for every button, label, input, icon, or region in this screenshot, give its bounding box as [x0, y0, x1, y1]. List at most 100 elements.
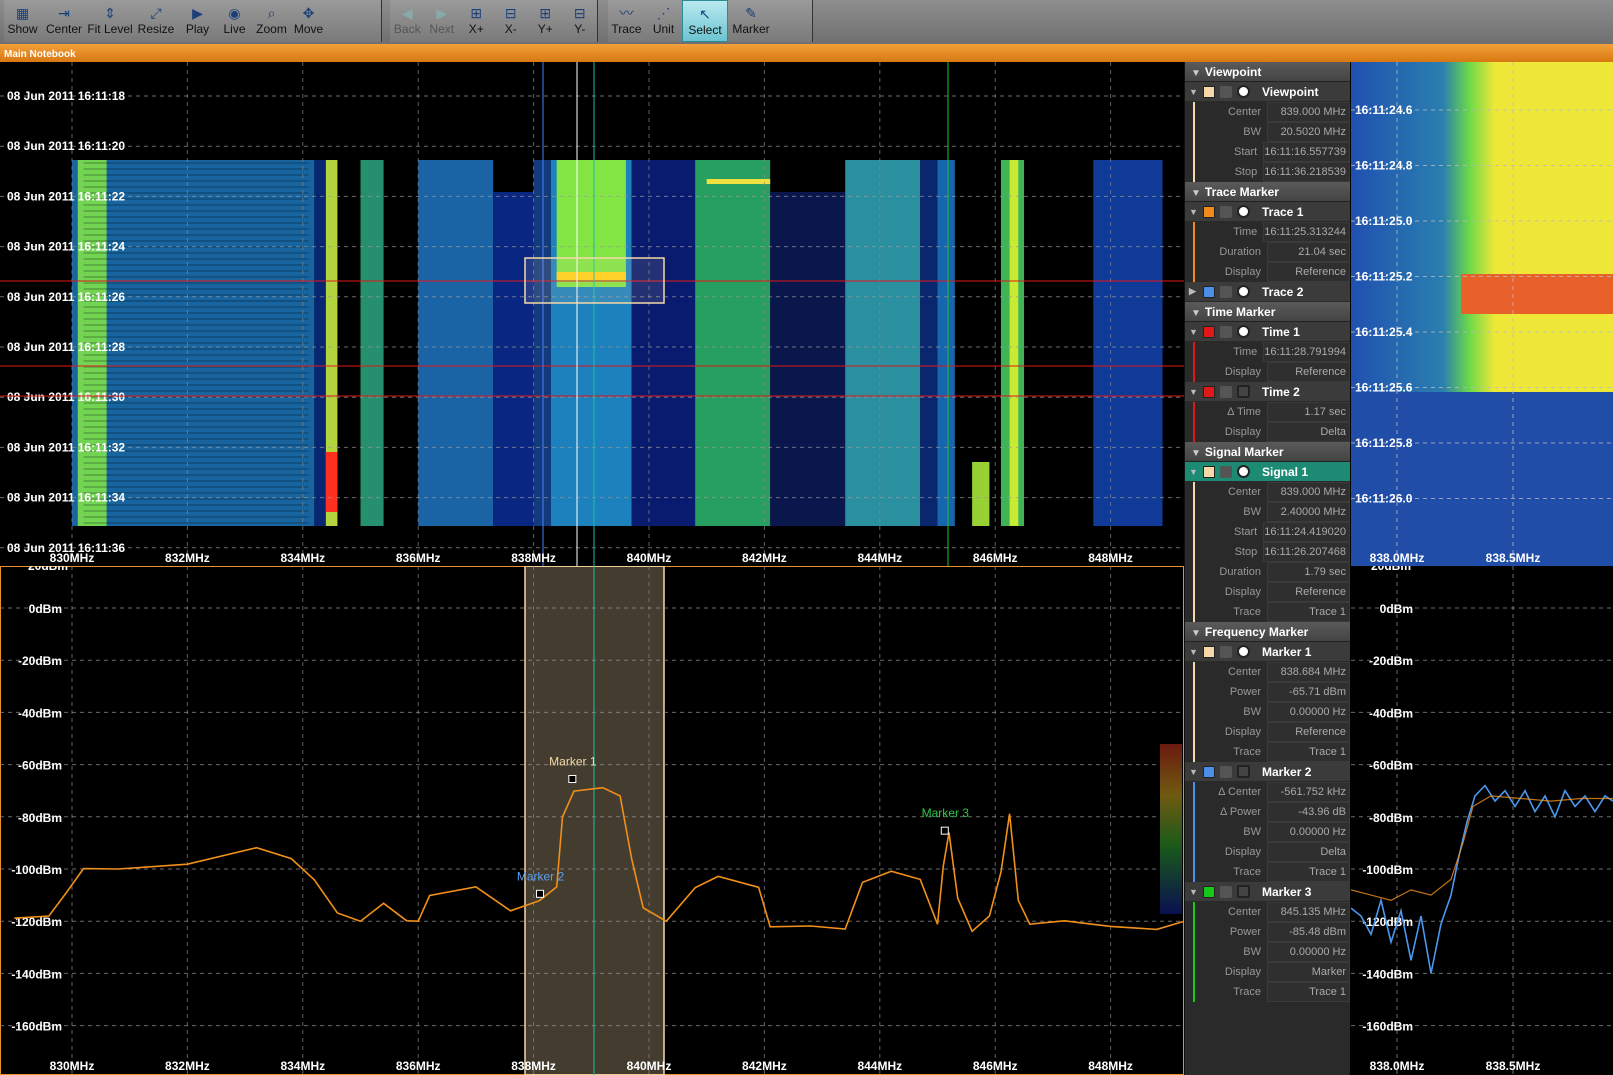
color-swatch[interactable]	[1203, 465, 1215, 478]
property-value[interactable]: -561.752 kHz	[1267, 782, 1350, 802]
collapse-triangle-icon[interactable]: ▼	[1191, 628, 1201, 639]
item-trace-1[interactable]: ▼ Trace 1	[1185, 202, 1350, 222]
collapse-triangle-icon[interactable]: ▼	[1191, 188, 1201, 199]
property-value[interactable]: 16:11:16.557739	[1263, 142, 1350, 162]
property-value[interactable]: 16:11:26.207468	[1263, 542, 1350, 562]
collapse-triangle-icon[interactable]: ▼	[1191, 308, 1201, 319]
marker-button[interactable]: ✎ Marker	[728, 0, 774, 42]
property-value[interactable]: 0.00000 Hz	[1267, 822, 1350, 842]
lock-icon[interactable]	[1220, 325, 1232, 338]
property-value[interactable]: 0.00000 Hz	[1267, 942, 1350, 962]
visibility-icon[interactable]	[1237, 85, 1250, 98]
y-minus-button[interactable]: ⊟ Y-	[563, 0, 598, 42]
visibility-icon[interactable]	[1237, 385, 1250, 398]
property-value[interactable]: Marker	[1267, 962, 1350, 982]
property-value[interactable]: Trace 1	[1267, 602, 1350, 622]
property-value[interactable]: Delta	[1267, 842, 1350, 862]
item-trace-2[interactable]: ▶ Trace 2	[1185, 282, 1350, 302]
lock-icon[interactable]	[1220, 465, 1232, 478]
property-value[interactable]: Trace 1	[1267, 742, 1350, 762]
y-plus-button[interactable]: ⊞ Y+	[528, 0, 563, 42]
waterfall-view[interactable]: 08 Jun 2011 16:11:18 08 Jun 2011 16:11:20…	[0, 62, 1184, 566]
item-marker-3[interactable]: ▼ Marker 3	[1185, 882, 1350, 902]
lock-icon[interactable]	[1220, 885, 1232, 898]
unit-button[interactable]: ⋰ Unit	[645, 0, 682, 42]
property-value[interactable]: Delta	[1267, 422, 1350, 442]
collapse-triangle-icon[interactable]: ▼	[1191, 68, 1201, 79]
color-swatch[interactable]	[1203, 385, 1215, 398]
fit-level-button[interactable]: ⇕ Fit Level	[87, 0, 133, 42]
lock-icon[interactable]	[1220, 385, 1232, 398]
property-value[interactable]: 21.04 sec	[1267, 242, 1350, 262]
property-value[interactable]: -65.71 dBm	[1267, 682, 1350, 702]
zoom-spectrum-view[interactable]: 20dBm 0dBm -20dBm -40dBm -60dBm -80dBm -100dBm…	[1351, 566, 1613, 1075]
visibility-icon[interactable]	[1237, 765, 1250, 778]
center-button[interactable]: ⇥ Center	[41, 0, 87, 42]
zoom-waterfall-view[interactable]: 16:11:24.6 16:11:24.8 16:11:25.0 16:11:25.2…	[1351, 62, 1613, 566]
property-value[interactable]: 16:11:24.419020	[1263, 522, 1350, 542]
lock-icon[interactable]	[1220, 645, 1232, 658]
property-value[interactable]: -43.96 dB	[1267, 802, 1350, 822]
property-value[interactable]: -85.48 dBm	[1267, 922, 1350, 942]
resize-button[interactable]: ⤢ Resize	[133, 0, 179, 42]
expand-triangle-icon[interactable]: ▼	[1189, 767, 1199, 777]
visibility-icon[interactable]	[1237, 645, 1250, 658]
next-button[interactable]: ▶ Next	[425, 0, 460, 42]
property-value[interactable]: 16:11:28.791994	[1263, 342, 1350, 362]
zoom-button[interactable]: ⌕ Zoom	[253, 0, 290, 42]
property-value[interactable]: Reference	[1267, 582, 1350, 602]
visibility-icon[interactable]	[1237, 285, 1250, 298]
collapse-triangle-icon[interactable]: ▼	[1191, 448, 1201, 459]
item-time-1[interactable]: ▼ Time 1	[1185, 322, 1350, 342]
section-signal-marker[interactable]: ▼ Signal Marker	[1185, 442, 1350, 462]
trace-button[interactable]: 〰 Trace	[608, 0, 645, 42]
spectrum-view[interactable]: 20dBm 0dBm -20dBm -40dBm -60dBm -80dBm -100dBm…	[0, 566, 1184, 1075]
lock-icon[interactable]	[1220, 85, 1232, 98]
property-value[interactable]: 839.000 MHz	[1267, 102, 1350, 122]
property-value[interactable]: 16:11:36.218539	[1263, 162, 1350, 182]
show-button[interactable]: ▦ Show	[4, 0, 41, 42]
section-viewpoint[interactable]: ▼ Viewpoint	[1185, 62, 1350, 82]
property-value[interactable]: Trace 1	[1267, 982, 1350, 1002]
property-value[interactable]: 2.40000 MHz	[1267, 502, 1350, 522]
color-swatch[interactable]	[1203, 645, 1215, 658]
property-value[interactable]: 16:11:25.313244	[1263, 222, 1350, 242]
item-viewpoint[interactable]: ▼ Viewpoint	[1185, 82, 1350, 102]
color-swatch[interactable]	[1203, 85, 1215, 98]
notebook-tab[interactable]: Main Notebook	[0, 44, 1613, 62]
property-value[interactable]: 845.135 MHz	[1267, 902, 1350, 922]
item-marker-2[interactable]: ▼ Marker 2	[1185, 762, 1350, 782]
property-value[interactable]: 0.00000 Hz	[1267, 702, 1350, 722]
visibility-icon[interactable]	[1237, 325, 1250, 338]
lock-icon[interactable]	[1220, 205, 1232, 218]
expand-triangle-icon[interactable]: ▼	[1189, 327, 1199, 337]
property-value[interactable]: 839.000 MHz	[1267, 482, 1350, 502]
property-value[interactable]: 20.5020 MHz	[1267, 122, 1350, 142]
item-signal-1[interactable]: ▼ Signal 1	[1185, 462, 1350, 482]
live-button[interactable]: ◉ Live	[216, 0, 253, 42]
expand-triangle-icon[interactable]: ▼	[1189, 87, 1199, 97]
section-time-marker[interactable]: ▼ Time Marker	[1185, 302, 1350, 322]
lock-icon[interactable]	[1220, 765, 1232, 778]
collapsed-triangle-icon[interactable]: ▶	[1189, 286, 1199, 297]
select-button[interactable]: ↖ Select	[682, 0, 728, 42]
section-trace-marker[interactable]: ▼ Trace Marker	[1185, 182, 1350, 202]
color-swatch[interactable]	[1203, 205, 1215, 218]
property-value[interactable]: 838.684 MHz	[1267, 662, 1350, 682]
x-plus-button[interactable]: ⊞ X+	[459, 0, 494, 42]
x-minus-button[interactable]: ⊟ X-	[494, 0, 529, 42]
expand-triangle-icon[interactable]: ▼	[1189, 887, 1199, 897]
property-value[interactable]: Reference	[1267, 262, 1350, 282]
visibility-icon[interactable]	[1237, 885, 1250, 898]
visibility-icon[interactable]	[1237, 205, 1250, 218]
color-swatch[interactable]	[1203, 885, 1215, 898]
expand-triangle-icon[interactable]: ▼	[1189, 207, 1199, 217]
property-value[interactable]: Reference	[1267, 362, 1350, 382]
property-value[interactable]: Trace 1	[1267, 862, 1350, 882]
expand-triangle-icon[interactable]: ▼	[1189, 647, 1199, 657]
section-frequency-marker[interactable]: ▼ Frequency Marker	[1185, 622, 1350, 642]
property-value[interactable]: 1.17 sec	[1267, 402, 1350, 422]
play-button[interactable]: ▶ Play	[179, 0, 216, 42]
color-swatch[interactable]	[1203, 765, 1215, 778]
expand-triangle-icon[interactable]: ▼	[1189, 387, 1199, 397]
